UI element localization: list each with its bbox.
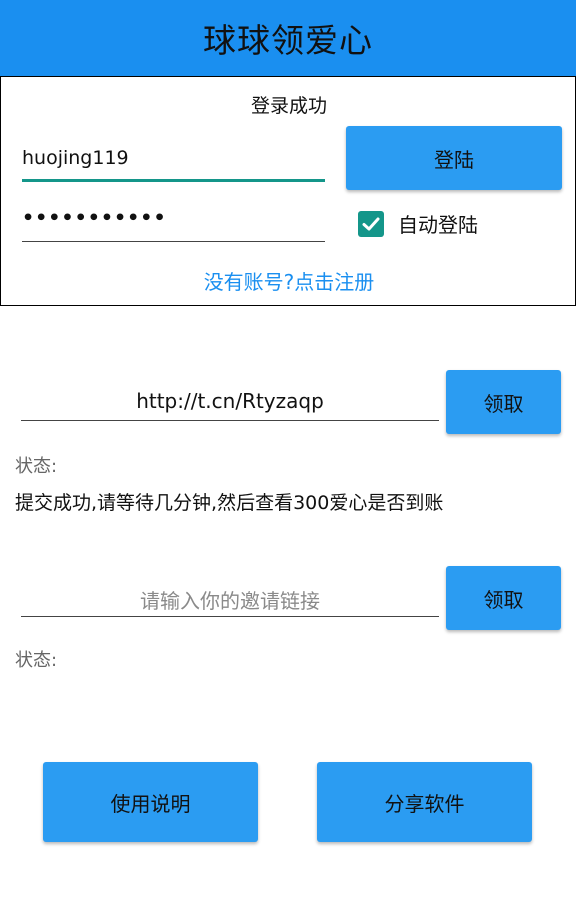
password-value: ••••••••••• [22, 207, 167, 229]
app-title: 球球领爱心 [203, 21, 373, 60]
username-value: huojing119 [22, 147, 129, 169]
auto-login-option[interactable]: 自动登陆 [358, 209, 478, 238]
invite-link-input[interactable]: 请输入你的邀请链接 [21, 578, 439, 617]
password-input[interactable]: ••••••••••• [22, 205, 325, 242]
login-button[interactable]: 登陆 [346, 126, 562, 190]
invite-link-placeholder: 请输入你的邀请链接 [140, 589, 320, 613]
app-bar: 球球领爱心 [0, 0, 576, 76]
auto-login-label: 自动登陆 [398, 213, 478, 237]
auto-login-checkbox[interactable] [358, 210, 384, 237]
claim-button-1[interactable]: 领取 [446, 370, 561, 434]
checkmark-icon [362, 217, 380, 230]
register-link[interactable]: 没有账号?点击注册 [1, 266, 576, 295]
username-input[interactable]: huojing119 [22, 141, 325, 182]
instructions-button[interactable]: 使用说明 [43, 762, 258, 842]
app-screen: 球球领爱心 登录成功 huojing119 ••••••••••• 登陆 自动登… [0, 0, 576, 919]
login-panel: 登录成功 huojing119 ••••••••••• 登陆 自动登陆 没有账号… [0, 76, 576, 306]
status-label-2: 状态: [15, 650, 58, 671]
claim-button-2[interactable]: 领取 [446, 566, 561, 630]
login-status-text: 登录成功 [250, 95, 327, 117]
invite-url-input[interactable]: http://t.cn/Rtyzaqp [21, 382, 439, 421]
status-label-1: 状态: [15, 456, 58, 477]
invite-url-value: http://t.cn/Rtyzaqp [136, 389, 324, 413]
status-message-1: 提交成功,请等待几分钟,然后查看300爱心是否到账 [15, 492, 444, 514]
share-button[interactable]: 分享软件 [317, 762, 532, 842]
